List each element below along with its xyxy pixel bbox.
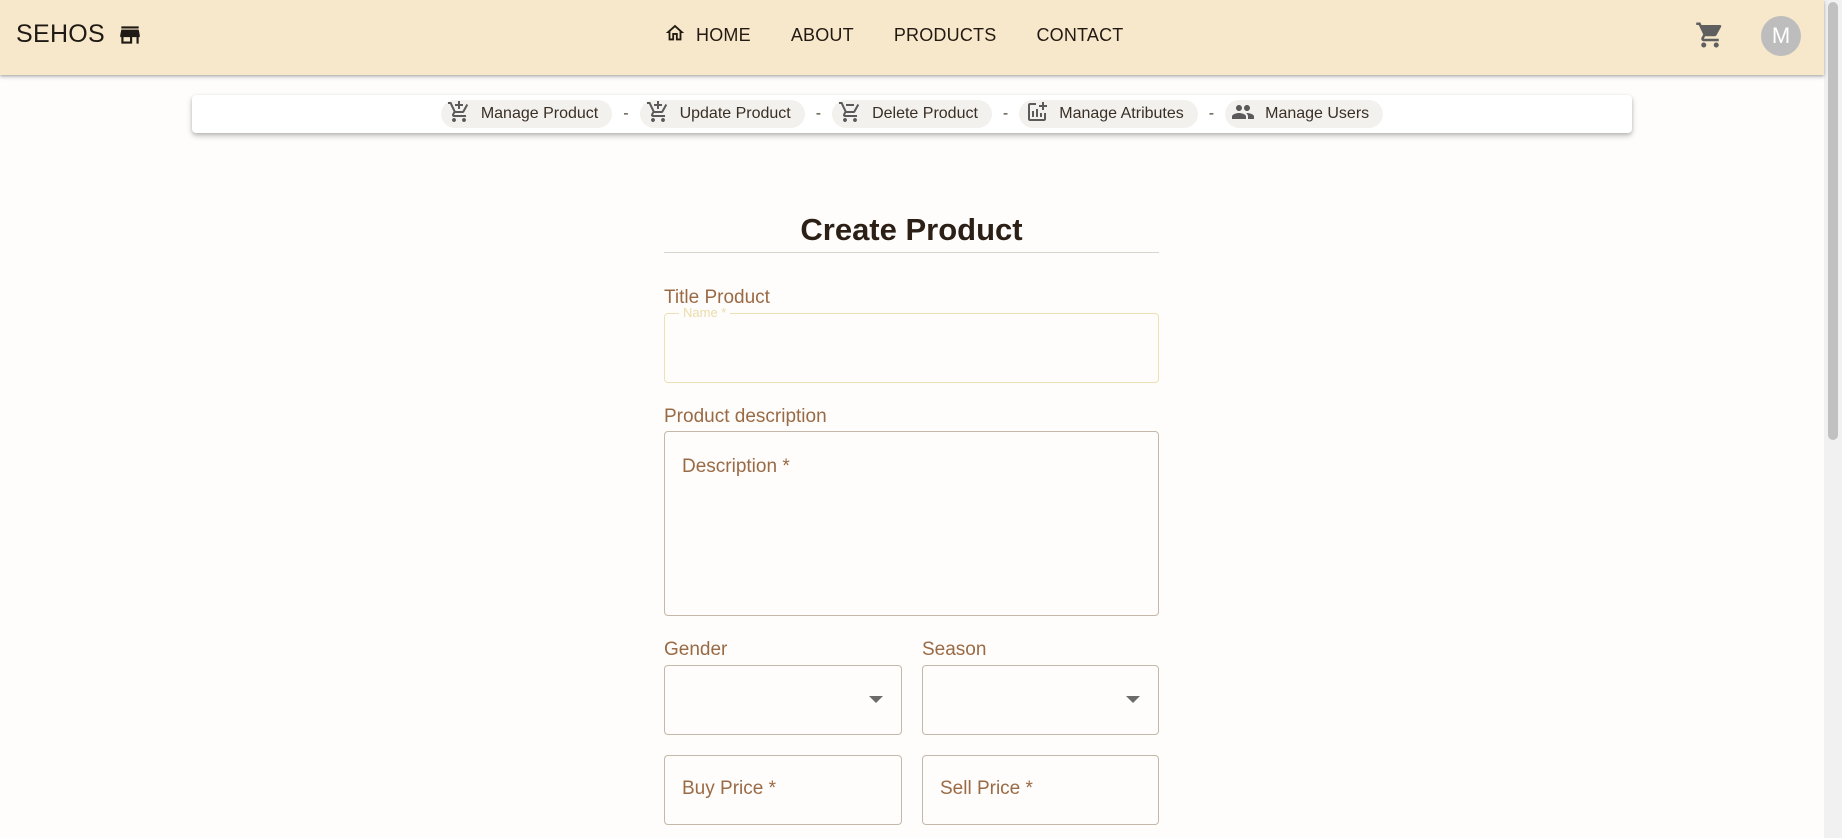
sell-price-placeholder: Sell Price * [940,778,1033,799]
manage-product-label: Manage Product [480,105,599,122]
add-shopping-cart-icon [646,100,670,129]
manage-product-chip[interactable]: Manage Product [440,100,613,129]
remove-shopping-cart-icon [838,100,862,129]
gender-label: Gender [664,639,728,660]
add-chart-icon [1025,100,1049,129]
manage-users-chip[interactable]: Manage Users [1225,100,1384,129]
update-product-label: Update Product [679,105,791,122]
buy-price-field[interactable]: Buy Price * [664,755,902,825]
avatar[interactable]: M [1761,16,1801,56]
shopping-cart-icon[interactable] [1695,20,1725,50]
storefront-icon [117,22,143,48]
scrollbar-thumb[interactable] [1828,2,1838,440]
delete-product-chip[interactable]: Delete Product [832,100,992,128]
toolbar-separator: - [815,105,822,122]
description-field[interactable]: Description * [664,431,1159,616]
description-placeholder: Description * [682,456,790,477]
nav-contact[interactable]: CONTACT [1036,25,1123,46]
admin-toolbar: Manage Product - Update Product - Delete… [192,95,1632,133]
nav-about-label: ABOUT [790,25,854,45]
manage-users-label: Manage Users [1265,105,1370,122]
nav-home-label: HOME [696,25,751,45]
gender-select[interactable] [664,665,902,735]
page-title: Create Product [800,212,1023,247]
product-description-label: Product description [664,406,827,427]
toolbar-separator: - [623,105,629,122]
sell-price-field[interactable]: Sell Price * [922,755,1159,825]
nav-contact-label: CONTACT [1036,25,1124,45]
chevron-down-icon [869,696,883,703]
title-divider [664,252,1159,253]
name-field[interactable]: Name * [664,305,1159,383]
people-icon [1231,100,1255,129]
home-icon [664,22,686,49]
manage-attributes-chip[interactable]: Manage Atributes [1019,100,1198,128]
chevron-down-icon [1126,696,1140,703]
add-shopping-cart-icon [447,100,471,129]
update-product-chip[interactable]: Update Product [639,100,805,129]
nav-home[interactable]: HOME [664,22,751,49]
name-field-label: Name * [679,305,731,321]
season-select[interactable] [922,665,1159,735]
nav-products-label: PRODUCTS [893,25,997,45]
manage-attributes-label: Manage Atributes [1059,105,1184,122]
season-label: Season [922,639,987,660]
nav-products[interactable]: PRODUCTS [894,25,997,46]
buy-price-placeholder: Buy Price * [682,778,776,799]
toolbar-separator: - [1208,105,1215,122]
brand-name[interactable]: SEHOS [16,20,105,49]
toolbar-separator: - [1002,105,1009,122]
main-nav: HOME ABOUT PRODUCTS CONTACT [664,22,1124,49]
delete-product-label: Delete Product [872,105,978,122]
app-bar: SEHOS HOME ABOUT PRODUCTS CONTACT M [0,0,1824,75]
brand[interactable]: SEHOS [16,20,143,49]
vertical-scrollbar[interactable] [1824,0,1842,838]
nav-about[interactable]: ABOUT [791,25,854,46]
